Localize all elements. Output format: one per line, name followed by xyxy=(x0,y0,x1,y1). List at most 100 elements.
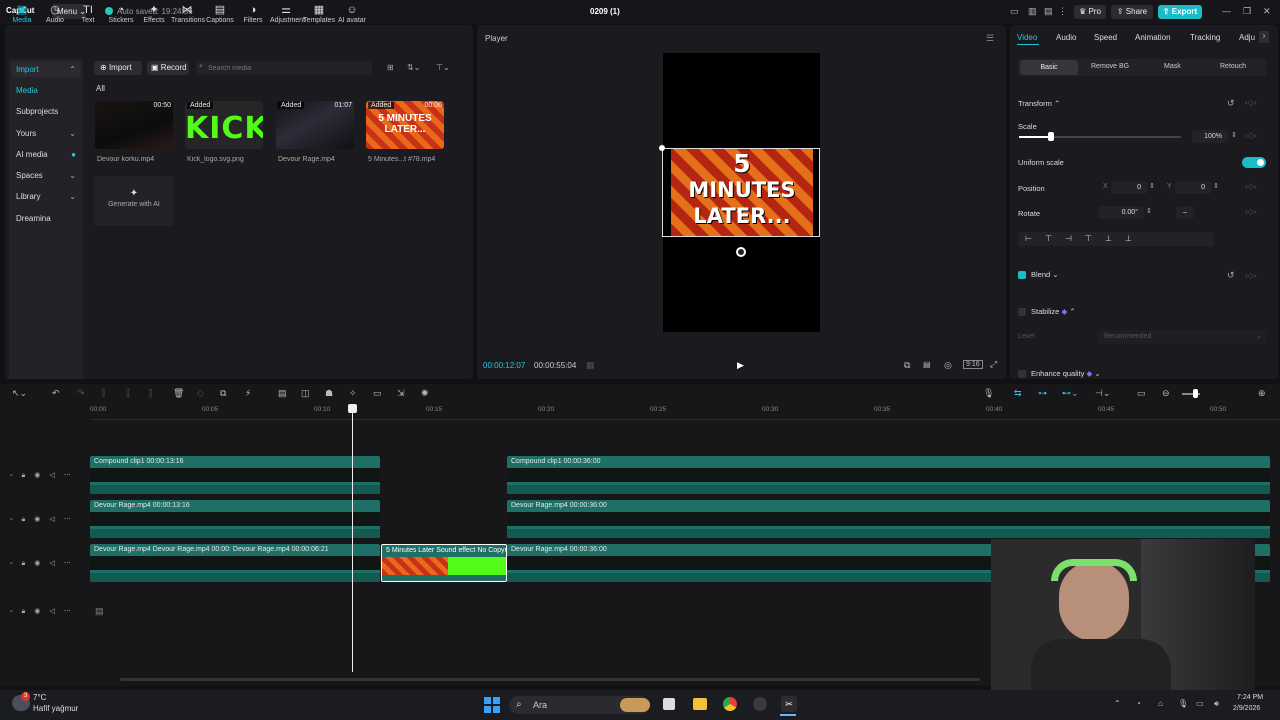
maximize-icon[interactable]: ❐ xyxy=(1243,6,1251,17)
language-icon[interactable]: ⌂ xyxy=(1158,699,1163,708)
subtab-mask[interactable]: Mask xyxy=(1164,63,1181,70)
share-button[interactable]: ⇪ Share xyxy=(1111,5,1153,19)
scale-slider-knob[interactable] xyxy=(1048,132,1055,141)
split-icon[interactable]: ⫿ xyxy=(102,388,105,399)
media-item[interactable]: KICK Added xyxy=(185,101,263,149)
position-x-field[interactable]: 0 xyxy=(1111,181,1147,194)
scale-value[interactable]: 100% xyxy=(1192,130,1228,143)
chevron-up-icon[interactable]: ⌃ xyxy=(1114,699,1121,708)
project-name[interactable]: 0209 (1) xyxy=(590,7,620,16)
blend-checkbox[interactable] xyxy=(1018,271,1026,279)
microphone-tray-icon[interactable]: 🎙︎ xyxy=(1178,699,1188,708)
tab-ai-avatar[interactable]: ☺ AI avatar xyxy=(336,4,368,24)
redo-icon[interactable]: ↷ xyxy=(77,388,85,399)
keyframe-icon[interactable]: ‹◇› xyxy=(1245,131,1256,140)
close-icon[interactable]: ✕ xyxy=(1263,6,1271,17)
tab-templates[interactable]: ▦ Templates xyxy=(303,4,335,24)
play-icon[interactable]: ▶ xyxy=(737,360,744,371)
stepper-icon[interactable]: ⇕ xyxy=(1149,182,1155,190)
tab-media[interactable]: ▣ Media xyxy=(6,4,38,24)
sidebar-item-import[interactable]: Import ⌃ xyxy=(11,62,81,77)
rotate-field[interactable]: 0.00° xyxy=(1098,206,1144,219)
more-icon[interactable]: ⋮ xyxy=(1058,6,1067,17)
freeze-icon[interactable]: ▤ xyxy=(278,388,287,399)
keyframe-icon[interactable]: ‹◇› xyxy=(1245,207,1256,216)
media-item[interactable]: 00:50 xyxy=(95,101,173,149)
capcut-taskbar-icon[interactable]: ✂ xyxy=(781,696,797,712)
task-view-icon[interactable] xyxy=(663,698,675,710)
tab-stickers[interactable]: ◔ Stickers xyxy=(105,4,137,24)
select-tool-icon[interactable]: ↖⌄ xyxy=(12,388,27,399)
transform-section[interactable]: Transform ⌃ xyxy=(1018,99,1060,108)
level-select[interactable]: Recommended ⌄ xyxy=(1098,330,1266,344)
filter-icon[interactable]: ⊤⌄ xyxy=(436,63,450,72)
crop-icon[interactable]: ⧉ xyxy=(904,360,910,371)
minimize-icon[interactable]: — xyxy=(1222,6,1231,16)
tab-effects[interactable]: ✦ Effects xyxy=(138,4,170,24)
clock-date[interactable]: 2/9/2026 xyxy=(1233,705,1260,712)
media-item[interactable]: 5 MINUTES LATER... Added 00:06 xyxy=(366,101,444,149)
timeline-clip[interactable]: Compound clip1 00:00:36:00 xyxy=(507,456,1270,494)
screenshot-icon[interactable]: ◎ xyxy=(944,360,952,371)
fullscreen-icon[interactable]: ⤢ xyxy=(990,359,997,370)
menu-icon[interactable]: ☰ xyxy=(986,33,994,44)
tab-adjust[interactable]: Adju xyxy=(1239,33,1255,42)
track-controls[interactable]: ▫🔒︎◉◁⋯ xyxy=(10,607,80,616)
monitor-icon[interactable]: ▭ xyxy=(1010,6,1019,17)
timeline-clip-selected[interactable]: 5 Minutes Later Sound effect No Copyr xyxy=(381,544,507,582)
obs-icon[interactable] xyxy=(753,697,767,711)
microphone-icon[interactable]: 🎙︎ xyxy=(983,388,994,399)
undo-icon[interactable]: ↶ xyxy=(52,388,60,399)
stepper-icon[interactable]: ⇕ xyxy=(1231,131,1237,139)
search-input[interactable] xyxy=(196,61,372,75)
keyframe-icon[interactable]: ‹◇› xyxy=(1245,98,1256,107)
cutout-icon[interactable]: ☗ xyxy=(325,388,333,399)
keyframe-icon[interactable]: ‹◇› xyxy=(1245,182,1256,191)
rotate-flip-button[interactable]: − xyxy=(1176,206,1194,219)
chrome-icon[interactable] xyxy=(723,697,737,711)
media-item[interactable]: Added 01:07 xyxy=(276,101,354,149)
tab-video[interactable]: Video xyxy=(1017,33,1037,42)
app-tray-icon[interactable]: ◔ xyxy=(1136,699,1141,708)
split-left-icon[interactable]: ⟦ xyxy=(126,388,130,399)
playhead-handle[interactable] xyxy=(348,404,357,413)
stabilize-checkbox[interactable] xyxy=(1018,308,1026,316)
delete-icon[interactable]: 🗑︎ xyxy=(173,388,184,399)
layout-icon[interactable]: ▥ xyxy=(1028,6,1037,17)
chevron-right-icon[interactable]: › xyxy=(1259,31,1269,43)
network-icon[interactable]: ▭ xyxy=(1196,699,1204,708)
cover-icon[interactable]: ▤ xyxy=(95,606,104,617)
timeline-clip[interactable]: Compound clip1 00:00:13:16 xyxy=(90,456,380,494)
tab-speed[interactable]: Speed xyxy=(1094,33,1117,42)
shortcut-icon[interactable]: ▤ xyxy=(1044,6,1053,17)
speed-icon[interactable]: ⚡︎ xyxy=(245,388,251,399)
clock-time[interactable]: 7:24 PM xyxy=(1237,694,1263,701)
sidebar-item-subprojects[interactable]: Subprojects xyxy=(11,104,81,119)
rotate-handle-icon[interactable] xyxy=(736,247,746,257)
track-controls[interactable]: ▫🔒︎◉◁⋯ xyxy=(10,471,80,480)
timeline-grid-icon[interactable]: ▦ xyxy=(586,360,595,371)
zoom-in-icon[interactable]: ⊕ xyxy=(1258,388,1266,399)
record-button[interactable]: ▣ Record xyxy=(147,61,189,75)
sort-icon[interactable]: ⇅⌄ xyxy=(407,63,420,72)
generate-with-ai-button[interactable]: ✦ Generate with AI xyxy=(94,176,174,226)
timeline-clip[interactable]: Devour Rage.mp4 Devour Rage.mp4 00:00: D… xyxy=(90,544,380,582)
tab-tracking[interactable]: Tracking xyxy=(1190,33,1220,42)
stabilize-section[interactable]: Stabilize ◆ ⌃ xyxy=(1031,307,1076,316)
tab-audio[interactable]: ◷ Audio xyxy=(39,4,71,24)
quality-icon[interactable]: ▤ xyxy=(923,360,931,369)
pro-button[interactable]: ♛ Pro xyxy=(1074,5,1106,19)
grid-view-icon[interactable]: ⊞ xyxy=(387,63,394,72)
tab-audio[interactable]: Audio xyxy=(1056,33,1076,42)
tab-filters[interactable]: ◑ Filters xyxy=(237,4,269,24)
tab-text[interactable]: TI Text xyxy=(72,4,104,24)
import-button[interactable]: ⊕ Import xyxy=(94,61,142,75)
split-right-icon[interactable]: ⟧ xyxy=(148,388,152,399)
search-highlight-icon[interactable] xyxy=(620,698,650,712)
tab-transitions[interactable]: ⋈ Transitions xyxy=(171,4,205,24)
resize-handle[interactable] xyxy=(659,145,665,151)
shield-icon[interactable]: ◇ xyxy=(197,388,204,399)
keyframe-icon[interactable]: ‹◇› xyxy=(1245,271,1256,280)
volume-icon[interactable]: 🔊︎ xyxy=(1214,699,1219,709)
magnet-icon[interactable]: ⊶ xyxy=(1038,388,1047,399)
